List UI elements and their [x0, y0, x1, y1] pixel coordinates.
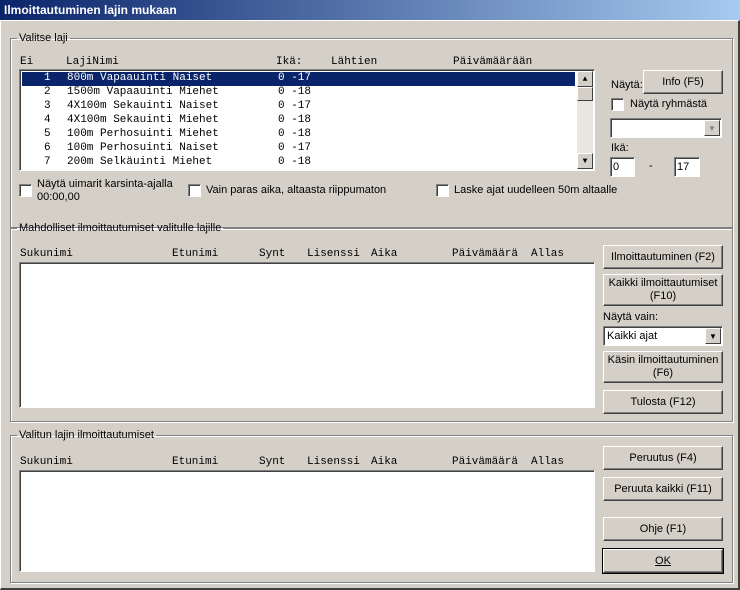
event-row-number: 1	[44, 72, 51, 84]
chevron-down-icon[interactable]: ▼	[705, 328, 721, 344]
selected-header-pool: Allas	[531, 456, 565, 468]
event-row-age: 0 -17	[278, 72, 312, 84]
event-row-number: 2	[44, 86, 51, 98]
show-only-label: Näytä vain:	[603, 311, 659, 323]
show-group-checkbox[interactable]	[611, 98, 624, 111]
event-row-name: 200m Selkäuinti Miehet	[67, 156, 213, 168]
show-only-select[interactable]: Kaikki ajat ▼	[603, 326, 723, 346]
info-button[interactable]: Info (F5)	[643, 70, 723, 94]
event-row-age: 0 -17	[278, 100, 312, 112]
event-row[interactable]: 3 4X100m Sekauinti Naiset 0 -17	[22, 100, 575, 114]
event-row[interactable]: 7 200m Selkäuinti Miehet 0 -18	[22, 156, 575, 170]
event-row-name: 100m Perhosuinti Miehet	[67, 128, 219, 140]
manual-register-label-2: (F6)	[652, 367, 674, 379]
event-row-number: 7	[44, 156, 51, 168]
col-header-age: Ikä:	[276, 56, 303, 68]
selected-header-license: Lisenssi	[307, 456, 360, 468]
print-button[interactable]: Tulosta (F12)	[603, 390, 723, 414]
select-event-legend: Valitse laji	[19, 32, 68, 44]
best-only-checkbox[interactable]	[188, 184, 201, 197]
show-only-value: Kaikki ajat	[607, 330, 658, 342]
age-dash: -	[649, 160, 653, 172]
event-row-name: 4X100m Sekauinti Naiset	[67, 100, 219, 112]
event-row[interactable]: 4 4X100m Sekauinti Miehet 0 -18	[22, 114, 575, 128]
show-label: Näytä:	[611, 79, 643, 91]
possible-header-date: Päivämäärä	[452, 248, 519, 260]
event-row-age: 0 -18	[278, 128, 312, 140]
age-from-input[interactable]: 0	[610, 157, 635, 177]
event-list[interactable]: 1 800m Vapaauinti Naiset 0 -17 2 1500m Vapaa…	[19, 69, 595, 171]
event-row-number: 6	[44, 142, 51, 154]
window-title: Ilmoittautuminen lajin mukaan	[0, 0, 740, 20]
col-header-ei: Ei	[20, 56, 34, 68]
register-all-button[interactable]: Kaikki ilmoittautumiset (F10)	[603, 274, 723, 306]
age-label: Ikä:	[611, 142, 629, 154]
col-header-name: LajiNimi	[66, 56, 119, 68]
ok-button[interactable]: OK	[602, 548, 724, 574]
selected-entries-list[interactable]	[19, 470, 595, 572]
event-row-number: 4	[44, 114, 51, 126]
possible-header-first: Etunimi	[172, 248, 219, 260]
dialog-frame: Valitse laji Ei LajiNimi Ikä: Lähtien Pä…	[0, 20, 740, 590]
possible-header-license: Lisenssi	[307, 248, 360, 260]
show-qualifying-label-2: 00:00,00	[37, 191, 80, 203]
event-row-number: 5	[44, 128, 51, 140]
col-header-start: Lähtien	[331, 56, 378, 68]
event-row-age: 0 -18	[278, 156, 312, 168]
register-button[interactable]: Ilmoittautuminen (F2)	[603, 245, 723, 269]
selected-header-last: Sukunimi	[20, 456, 73, 468]
recalc-50m-label: Laske ajat uudelleen 50m altaalle	[454, 184, 618, 196]
show-qualifying-label-1: Näytä uimarit karsinta-ajalla	[37, 178, 173, 190]
register-all-label-1: Kaikki ilmoittautumiset	[608, 277, 718, 289]
col-header-date: Päivämäärään	[453, 56, 533, 68]
possible-header-last: Sukunimi	[20, 248, 73, 260]
event-row[interactable]: 6 100m Perhosuinti Naiset 0 -17	[22, 142, 575, 156]
event-row-age: 0 -18	[278, 114, 312, 126]
help-button[interactable]: Ohje (F1)	[603, 517, 723, 541]
selected-header-time: Aika	[371, 456, 398, 468]
selected-header-first: Etunimi	[172, 456, 219, 468]
best-only-label: Vain paras aika, altaasta riippumaton	[206, 184, 387, 196]
register-all-label-2: (F10)	[649, 290, 677, 302]
possible-header-pool: Allas	[531, 248, 565, 260]
event-row-number: 3	[44, 100, 51, 112]
group-select[interactable]: ▼	[610, 118, 722, 138]
event-row-name: 100m Perhosuinti Naiset	[67, 142, 219, 154]
scroll-up-icon[interactable]: ▲	[577, 71, 593, 87]
event-row-name: 800m Vapaauinti Naiset	[67, 72, 213, 84]
manual-register-label-1: Käsin ilmoittautuminen	[607, 354, 719, 366]
show-group-label: Näytä ryhmästä	[630, 98, 708, 110]
selected-header-born: Synt	[259, 456, 286, 468]
event-list-scrollbar[interactable]: ▲ ▼	[577, 71, 593, 169]
possible-header-born: Synt	[259, 248, 286, 260]
selected-entries-legend: Valitun lajin ilmoittautumiset	[19, 429, 154, 441]
event-row-name: 1500m Vapaauinti Miehet	[67, 86, 219, 98]
selected-header-date: Päivämäärä	[452, 456, 519, 468]
age-to-input[interactable]: 17	[674, 157, 700, 177]
manual-register-button[interactable]: Käsin ilmoittautuminen (F6)	[603, 351, 723, 383]
possible-entries-legend: Mahdolliset ilmoittautumiset valitulle l…	[19, 222, 222, 234]
event-row-age: 0 -17	[278, 142, 312, 154]
cancel-all-button[interactable]: Peruuta kaikki (F11)	[603, 477, 723, 501]
event-row[interactable]: 1 800m Vapaauinti Naiset 0 -17	[22, 72, 575, 86]
scroll-thumb[interactable]	[577, 87, 593, 101]
cancel-button[interactable]: Peruutus (F4)	[603, 446, 723, 470]
event-row[interactable]: 2 1500m Vapaauinti Miehet 0 -18	[22, 86, 575, 100]
event-row-name: 4X100m Sekauinti Miehet	[67, 114, 219, 126]
show-qualifying-checkbox[interactable]	[19, 184, 32, 197]
possible-entries-list[interactable]	[19, 262, 595, 408]
chevron-down-icon[interactable]: ▼	[704, 120, 720, 136]
recalc-50m-checkbox[interactable]	[436, 184, 449, 197]
event-row-age: 0 -18	[278, 86, 312, 98]
event-row[interactable]: 5 100m Perhosuinti Miehet 0 -18	[22, 128, 575, 142]
scroll-down-icon[interactable]: ▼	[577, 153, 593, 169]
possible-header-time: Aika	[371, 248, 398, 260]
